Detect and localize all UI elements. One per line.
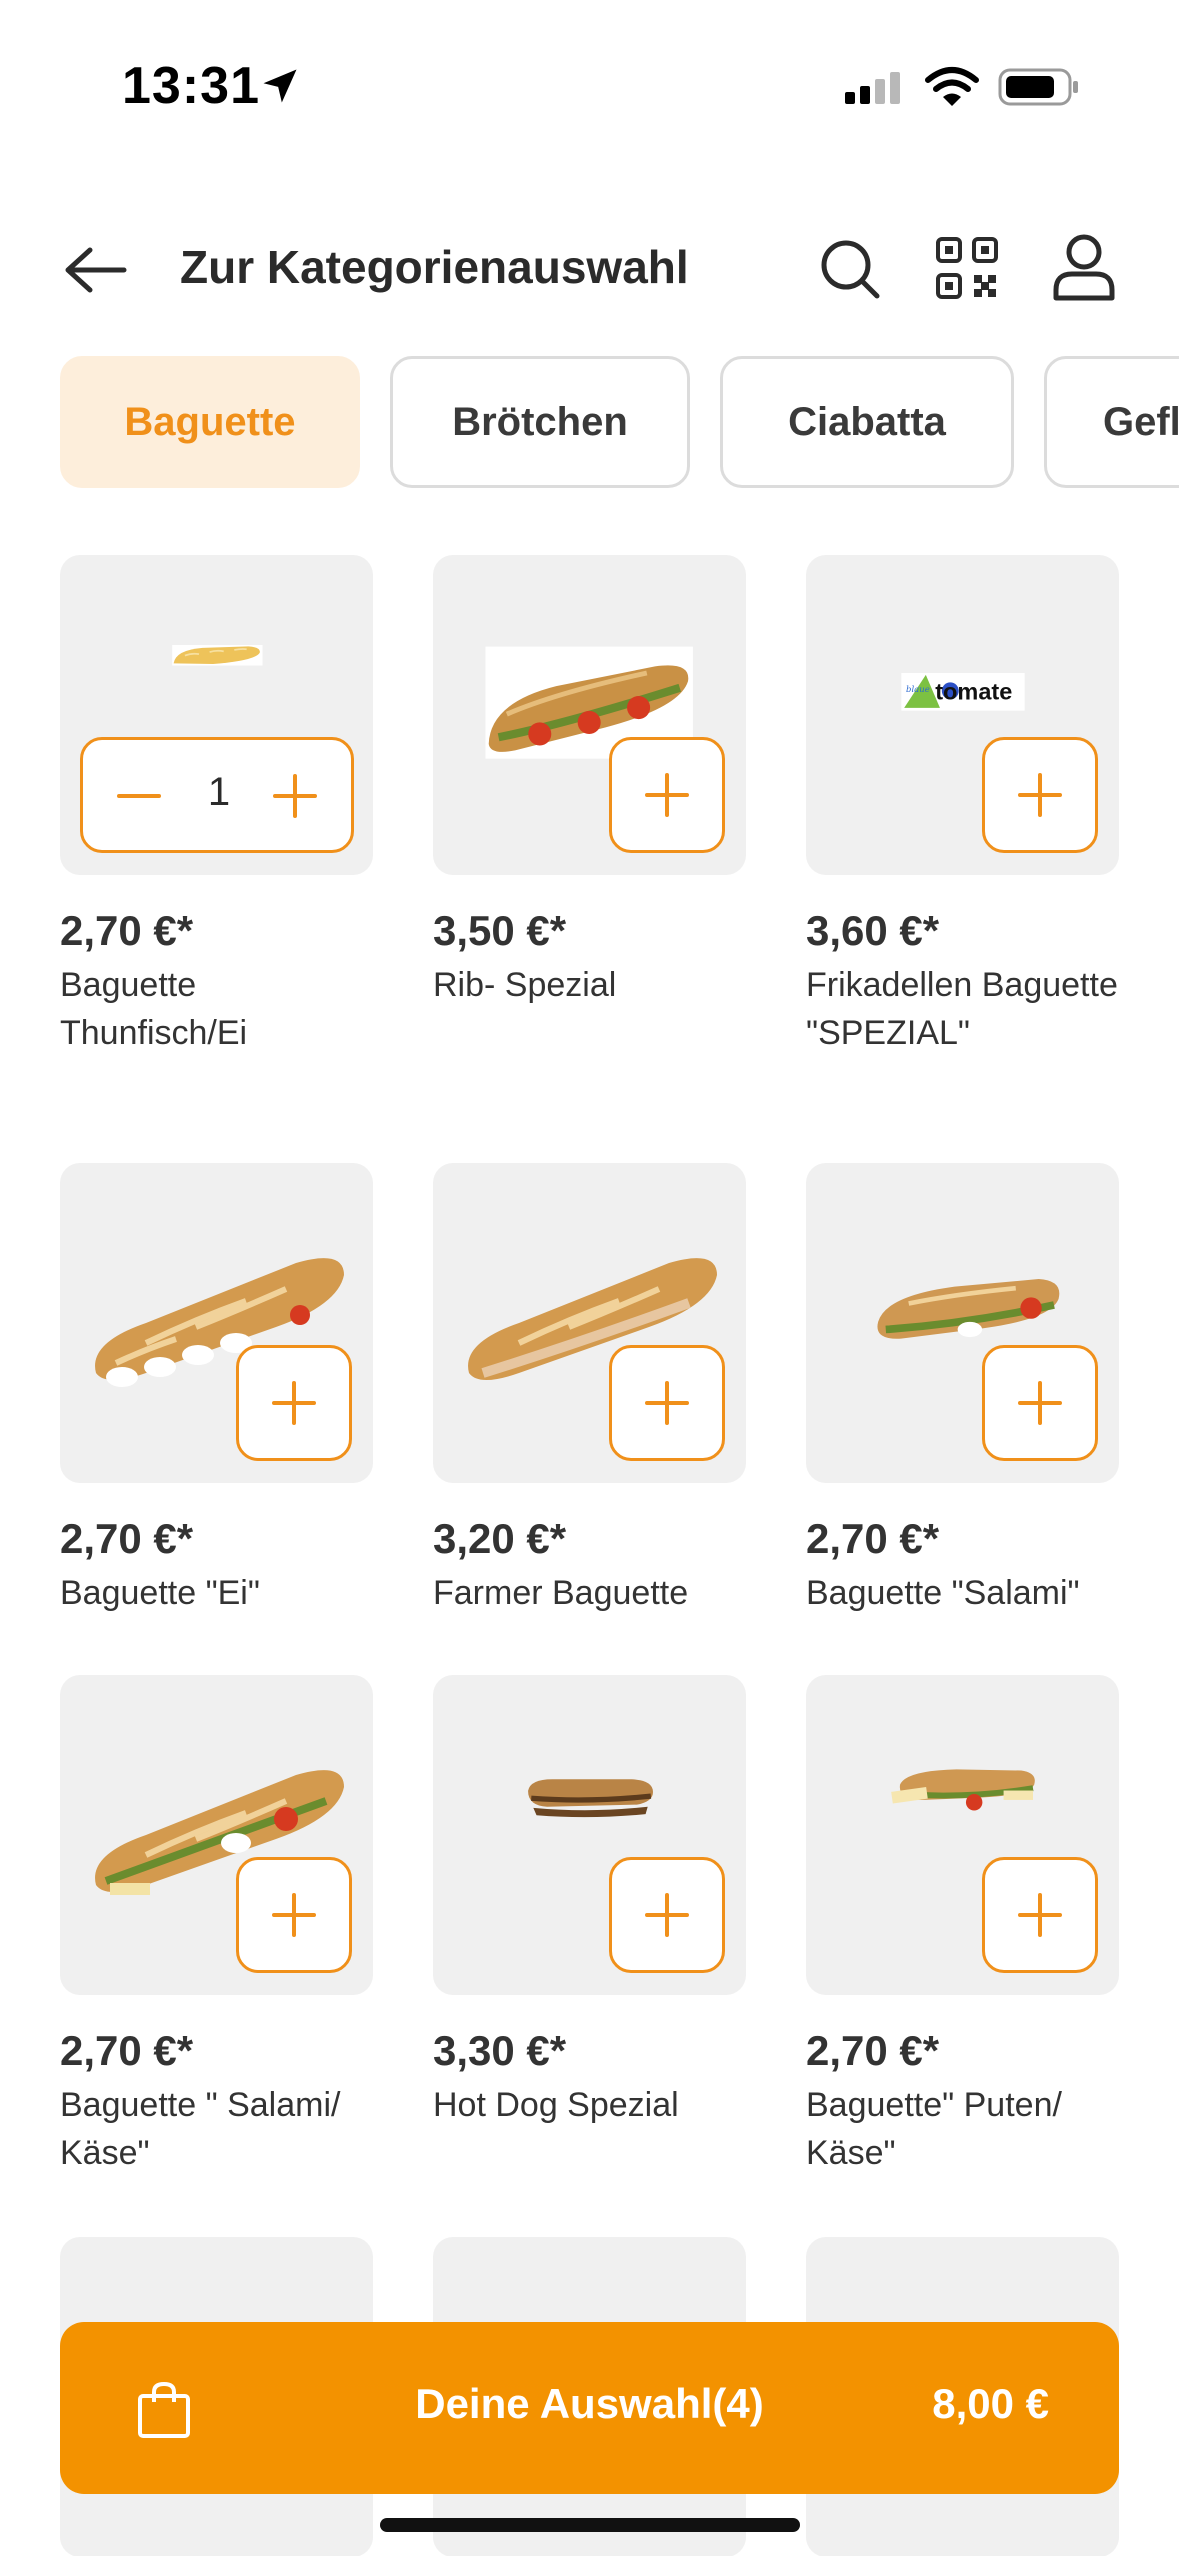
wifi-icon xyxy=(925,67,979,106)
product-price: 2,70 €* xyxy=(60,1515,194,1562)
plus-icon xyxy=(272,1893,316,1937)
add-to-cart-button[interactable] xyxy=(236,1857,352,1973)
product-name: Baguette" Puten/ Käse" xyxy=(806,2086,1062,2172)
product-name: Baguette "Ei" xyxy=(60,1574,260,1612)
page-title: Zur Kategorienauswahl xyxy=(180,241,689,293)
product-price: 2,70 €* xyxy=(806,2027,940,2074)
battery-icon xyxy=(998,68,1078,106)
baguette-image xyxy=(891,1769,1035,1811)
plus-icon xyxy=(645,773,689,817)
product-price: 2,70 €* xyxy=(60,2027,194,2074)
category-tabs: Baguette Brötchen Ciabatta Gefl xyxy=(0,356,1179,490)
baguette-image xyxy=(172,645,263,666)
top-navigation: Zur Kategorienauswahl xyxy=(0,220,1179,320)
cart-total: 8,00 € xyxy=(932,2380,1049,2427)
add-to-cart-button[interactable] xyxy=(609,737,725,853)
category-tab-ciabatta[interactable]: Ciabatta xyxy=(720,356,1014,488)
status-time: 13:31 xyxy=(122,57,260,115)
quantity-value: 1 xyxy=(207,770,231,814)
plus-icon xyxy=(645,1893,689,1937)
product-name: Rib- Spezial xyxy=(433,966,617,1004)
add-to-cart-button[interactable] xyxy=(982,1857,1098,1973)
cart-summary-button[interactable]: Deine Auswahl(4) 8,00 € xyxy=(60,2322,1119,2494)
product-name: Baguette Thunfisch/Ei xyxy=(60,966,248,1052)
product-price: 3,50 €* xyxy=(433,907,567,954)
back-arrow-icon[interactable] xyxy=(60,242,132,298)
add-to-cart-button[interactable] xyxy=(236,1345,352,1461)
svg-text:tomate: tomate xyxy=(935,678,1012,704)
product-name: Baguette " Salami/ Käse" xyxy=(60,2086,341,2172)
svg-text:blaue: blaue xyxy=(906,684,930,694)
product-price: 3,60 €* xyxy=(806,907,940,954)
qr-code-icon[interactable] xyxy=(935,236,999,300)
home-indicator xyxy=(380,2518,800,2532)
category-tab-broetchen[interactable]: Brötchen xyxy=(390,356,690,488)
product-price: 2,70 €* xyxy=(60,907,194,954)
add-to-cart-button[interactable] xyxy=(982,737,1098,853)
quantity-stepper: 1 xyxy=(80,737,354,853)
product-name: Baguette "Salami" xyxy=(806,1574,1080,1612)
product-price: 3,30 €* xyxy=(433,2027,567,2074)
plus-icon xyxy=(1018,773,1062,817)
category-tab-gefluegel[interactable]: Gefl xyxy=(1044,356,1179,488)
product-price: 2,70 €* xyxy=(806,1515,940,1562)
hot-dog-image xyxy=(528,1779,653,1818)
plus-icon xyxy=(1018,1381,1062,1425)
product-price: 3,20 €* xyxy=(433,1515,567,1562)
category-tab-baguette[interactable]: Baguette xyxy=(60,356,360,488)
add-to-cart-button[interactable] xyxy=(609,1857,725,1973)
plus-icon xyxy=(645,1381,689,1425)
signal-icon xyxy=(845,72,900,104)
add-to-cart-button[interactable] xyxy=(982,1345,1098,1461)
search-icon[interactable] xyxy=(815,234,885,304)
plus-icon[interactable] xyxy=(269,770,321,822)
minus-icon[interactable] xyxy=(113,770,165,822)
product-name: Farmer Baguette xyxy=(433,1574,689,1612)
user-icon[interactable] xyxy=(1050,232,1118,302)
product-name: Frikadellen Baguette "SPEZIAL" xyxy=(806,966,1118,1052)
plus-icon xyxy=(272,1381,316,1425)
status-bar: 13:31 xyxy=(0,0,1179,170)
add-to-cart-button[interactable] xyxy=(609,1345,725,1461)
location-arrow-icon xyxy=(263,69,297,103)
product-name: Hot Dog Spezial xyxy=(433,2086,679,2124)
plus-icon xyxy=(1018,1893,1062,1937)
